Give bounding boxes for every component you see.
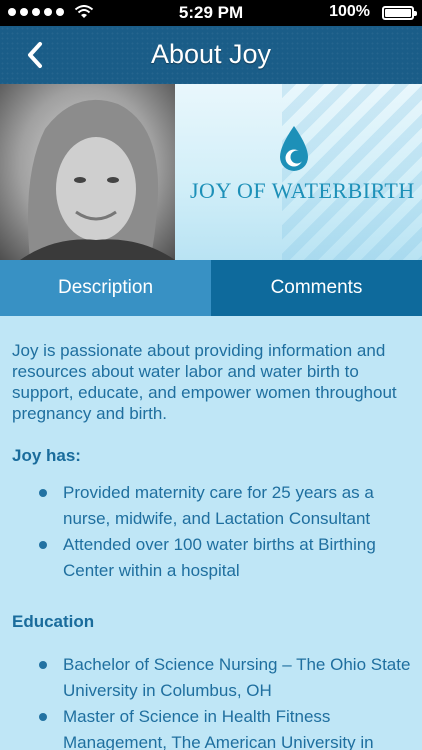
logo-text: JOY OF WATERBIRTH [190,178,415,203]
page-title: About Joy [150,39,272,69]
status-bar: 5:29 PM 100% [0,0,422,26]
bullet-list: Provided maternity care for 25 years as … [0,480,422,584]
tab-description[interactable]: Description [0,260,211,316]
water-drop-icon [280,126,308,171]
navigation-bar: About Joy [0,26,422,84]
list-item: Bachelor of Science Nursing – The Ohio S… [0,652,422,704]
battery-percent: 100% [329,3,370,20]
tab-comments[interactable]: Comments [211,260,422,316]
section-title-education: Education [12,612,95,631]
bullet-icon [39,489,47,497]
bullet-icon [39,713,47,721]
bullet-list: Bachelor of Science Nursing – The Ohio S… [0,652,422,750]
list-item: Master of Science in Health Fitness Mana… [0,704,422,750]
section-title-joy-has: Joy has: [12,446,81,465]
profile-photo [0,84,175,260]
list-item: Provided maternity care for 25 years as … [0,480,422,532]
segment-tabs: Description Comments [0,260,422,316]
bullet-icon [39,661,47,669]
intro-paragraph: Joy is passionate about providing inform… [12,341,397,423]
description-content[interactable]: Joy is passionate about providing inform… [0,316,422,750]
profile-banner: JOY OF WATERBIRTH [0,84,422,260]
bullet-icon [39,541,47,549]
list-item: Attended over 100 water births at Birthi… [0,532,422,584]
battery-icon [382,6,417,20]
